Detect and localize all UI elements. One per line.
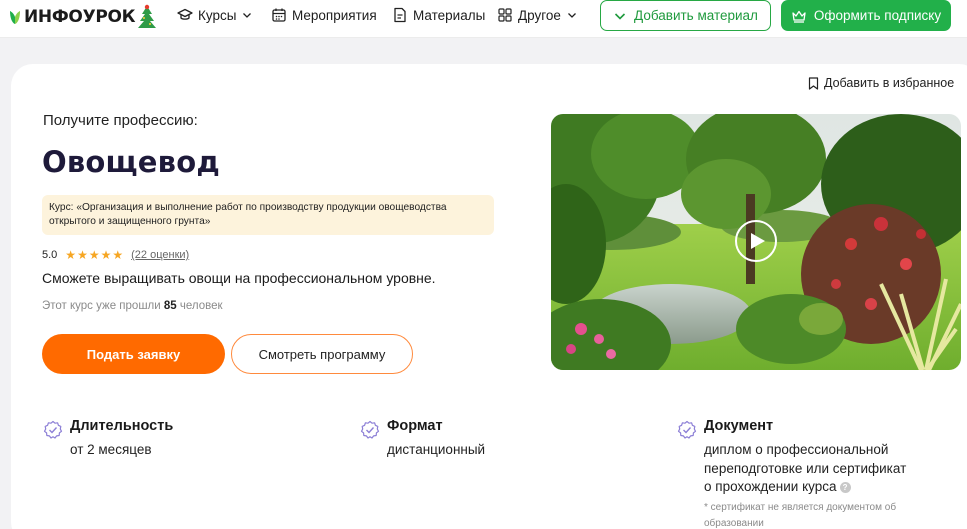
- star-icon: ★: [88, 248, 100, 262]
- document-value: диплом о профессиональной переподготовке…: [704, 441, 906, 497]
- play-button[interactable]: [735, 220, 777, 262]
- chevron-down-icon: [567, 13, 576, 18]
- add-material-label: Добавить материал: [634, 8, 758, 23]
- passed-suffix: человек: [179, 300, 223, 312]
- get-profession-label: Получите профессию:: [43, 112, 198, 129]
- question-icon[interactable]: ?: [839, 481, 851, 493]
- nav-courses[interactable]: Курсы: [177, 5, 253, 25]
- apply-button[interactable]: Подать заявку: [42, 334, 225, 374]
- format-value: дистанционный: [387, 442, 486, 457]
- badge-check-icon: [677, 420, 697, 439]
- document-value-line: диплом о профессиональной: [704, 442, 889, 457]
- logo-text: ИНФОУРОК: [24, 7, 136, 27]
- page-title: Овощевод: [42, 145, 220, 179]
- nav-other-label: Другое: [518, 7, 561, 23]
- chevron-down-icon: [614, 12, 626, 20]
- star-icon: ★: [100, 248, 112, 262]
- add-material-button[interactable]: Добавить материал: [600, 0, 771, 31]
- subscribe-button[interactable]: Оформить подписку: [781, 0, 951, 31]
- calendar-icon: [272, 8, 286, 22]
- nav-events[interactable]: Мероприятия: [271, 5, 377, 25]
- rating-count-link[interactable]: (22 оценки): [131, 249, 189, 261]
- document-value-line: переподготовке или сертификат: [704, 460, 907, 476]
- certificate-note: * сертификат не является документом об о…: [704, 502, 897, 529]
- document-value-line-text: о прохождении курса: [704, 479, 837, 494]
- view-program-button[interactable]: Смотреть программу: [231, 334, 413, 374]
- rating-row: 5.0 ★ ★ ★ ★ ★ (22 оценки): [42, 248, 189, 262]
- document-label: Документ: [704, 418, 774, 434]
- graduation-cap-icon: [177, 8, 193, 20]
- favorites-label: Добавить в избранное: [824, 76, 955, 90]
- add-to-favorites-button[interactable]: Добавить в избранное: [808, 75, 954, 91]
- star-icon: ★: [112, 248, 124, 262]
- subscribe-label: Оформить подписку: [813, 8, 942, 23]
- rating-value: 5.0: [42, 249, 58, 261]
- duration-label: Длительность: [70, 418, 174, 434]
- nav-events-label: Мероприятия: [292, 7, 377, 23]
- passed-count-text: Этот курс уже прошли 85 человек: [42, 300, 223, 312]
- document-value-line: о прохождении курса?: [704, 478, 906, 497]
- crown-icon: [792, 10, 806, 23]
- badge-check-icon: [43, 420, 63, 439]
- christmas-tree-icon: [138, 4, 157, 28]
- badge-check-icon: [360, 420, 380, 439]
- course-description: Курс: «Организация и выполнение работ по…: [42, 195, 494, 235]
- nav-courses-label: Курсы: [198, 7, 237, 23]
- star-icon: ★: [77, 248, 88, 262]
- passed-count: 85: [163, 300, 177, 312]
- document-icon: [394, 7, 406, 23]
- nav-other[interactable]: Другое: [497, 5, 578, 25]
- star-icon: ★: [65, 248, 77, 262]
- chevron-down-icon: [243, 13, 252, 18]
- course-subtitle: Сможете выращивать овощи на профессионал…: [42, 270, 436, 286]
- rating-stars: ★ ★ ★ ★ ★: [65, 249, 124, 261]
- top-header: ИНФОУРОК Курсы Мероприятия Материалы Дру…: [0, 0, 967, 38]
- nav-materials[interactable]: Материалы: [392, 5, 485, 25]
- nav-materials-label: Материалы: [413, 7, 486, 23]
- bookmark-icon: [808, 76, 819, 90]
- play-icon: [750, 233, 765, 249]
- duration-value: от 2 месяцев: [70, 442, 152, 457]
- passed-prefix: Этот курс уже прошли: [42, 300, 161, 312]
- leaf-logo-icon: [10, 11, 20, 24]
- grid-icon: [498, 8, 512, 22]
- site-logo[interactable]: ИНФОУРОК: [8, 4, 158, 30]
- format-label: Формат: [387, 418, 443, 434]
